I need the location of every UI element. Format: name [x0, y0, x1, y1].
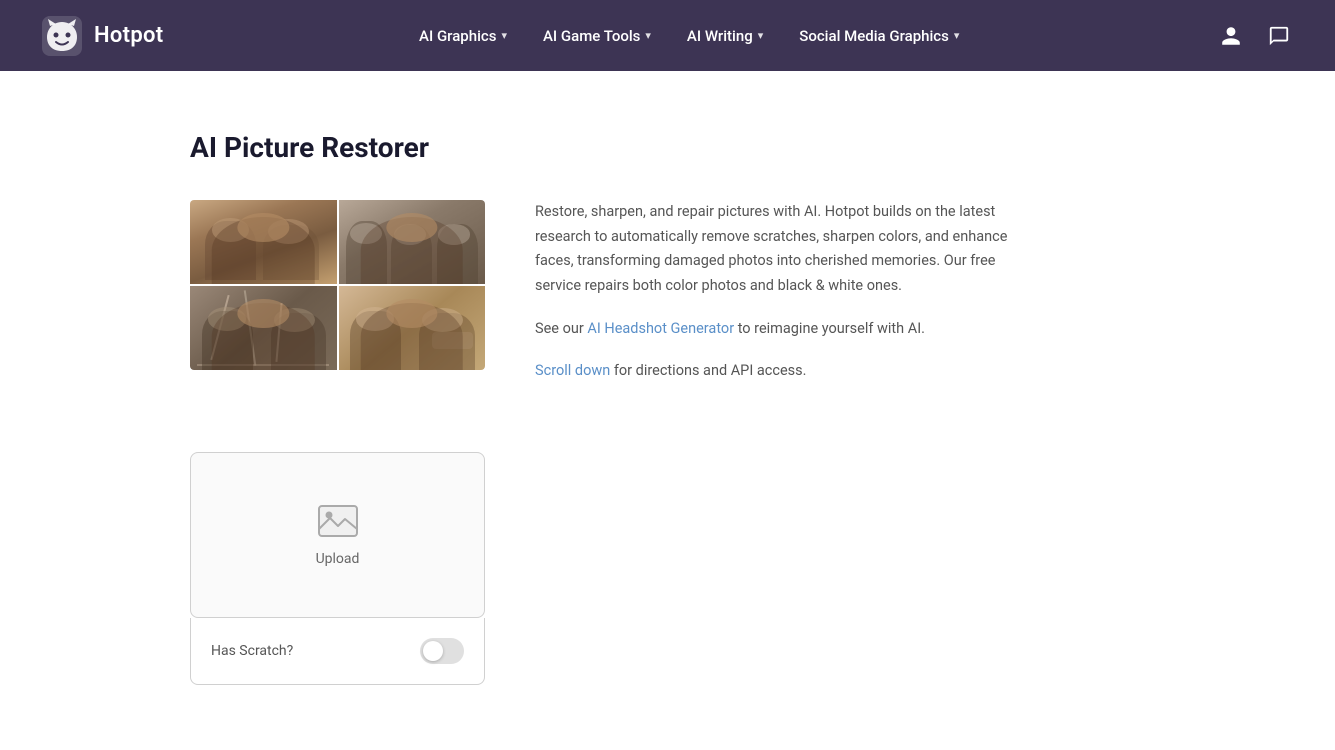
- chevron-down-icon: ▾: [954, 29, 960, 42]
- chevron-down-icon: ▾: [501, 29, 507, 42]
- has-scratch-option: Has Scratch?: [211, 638, 464, 664]
- upload-image-icon: [318, 503, 358, 539]
- nav-item-ai-game-tools[interactable]: AI Game Tools ▾: [529, 19, 665, 53]
- description-paragraph-1: Restore, sharpen, and repair pictures wi…: [535, 200, 1015, 299]
- navbar-menu: AI Graphics ▾ AI Game Tools ▾ AI Writing…: [405, 19, 973, 53]
- upload-section: Upload Has Scratch?: [190, 452, 485, 685]
- has-scratch-toggle[interactable]: [420, 638, 464, 664]
- sample-photo-3: [190, 286, 337, 370]
- logo-icon[interactable]: [40, 14, 84, 58]
- has-scratch-label: Has Scratch?: [211, 643, 293, 659]
- user-account-button[interactable]: [1215, 20, 1247, 52]
- main-content: AI Picture Restorer: [0, 71, 1050, 725]
- sample-photos: [190, 200, 485, 370]
- nav-item-ai-graphics[interactable]: AI Graphics ▾: [405, 19, 521, 53]
- chevron-down-icon: ▾: [645, 29, 651, 42]
- navbar-actions: [1215, 20, 1295, 52]
- nav-item-ai-writing[interactable]: AI Writing ▾: [673, 19, 777, 53]
- upload-label: Upload: [316, 551, 360, 567]
- brand-name: Hotpot: [94, 23, 163, 48]
- toggle-knob: [423, 641, 443, 661]
- nav-item-social-media-graphics[interactable]: Social Media Graphics ▾: [785, 19, 973, 53]
- sample-photo-4: [339, 286, 486, 370]
- sample-photo-2: [339, 200, 486, 284]
- upload-dropzone[interactable]: Upload: [190, 452, 485, 618]
- navbar: Hotpot AI Graphics ▾ AI Game Tools ▾ AI …: [0, 0, 1335, 71]
- navbar-brand: Hotpot: [40, 14, 163, 58]
- description: Restore, sharpen, and repair pictures wi…: [535, 200, 1015, 402]
- intro-section: Restore, sharpen, and repair pictures wi…: [190, 200, 1050, 402]
- description-paragraph-2: See our AI Headshot Generator to reimagi…: [535, 317, 1015, 342]
- chevron-down-icon: ▾: [758, 29, 764, 42]
- chat-button[interactable]: [1263, 20, 1295, 52]
- options-box: Has Scratch?: [190, 618, 485, 685]
- scroll-down-link[interactable]: Scroll down: [535, 362, 610, 379]
- page-title: AI Picture Restorer: [190, 131, 1050, 164]
- sample-photo-1: [190, 200, 337, 284]
- ai-headshot-generator-link[interactable]: AI Headshot Generator: [587, 320, 734, 337]
- description-paragraph-3: Scroll down for directions and API acces…: [535, 359, 1015, 384]
